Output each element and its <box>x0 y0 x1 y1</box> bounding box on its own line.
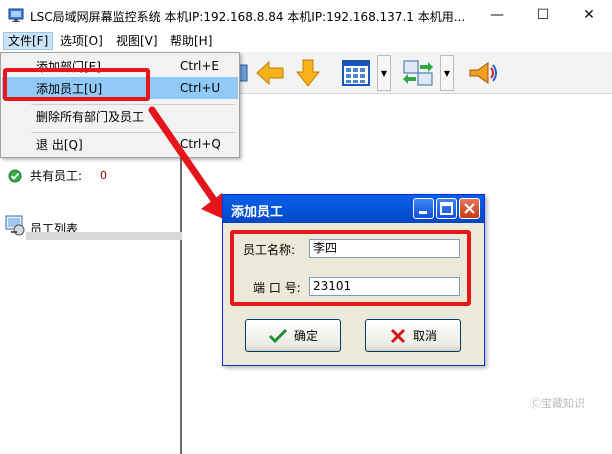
highlight-box-menu <box>3 68 150 101</box>
down-arrow-icon[interactable] <box>290 55 326 91</box>
maximize-button[interactable]: ☐ <box>520 0 566 30</box>
menu-file[interactable]: 文件[F] <box>3 32 54 50</box>
ok-button[interactable]: 确定 <box>245 319 341 352</box>
dialog-close-button[interactable] <box>459 198 480 219</box>
window-title: LSC局域网屏幕监控系统 本机IP:192.168.8.84 本机IP:192.… <box>30 10 466 24</box>
grid-view-dropdown[interactable]: ▼ <box>377 55 391 91</box>
add-employee-dialog: 添加员工 员工名称: 李四 端 口 号: 23101 确定 取消 <box>222 194 485 366</box>
menu-view[interactable]: 视图[V] <box>112 32 162 50</box>
employee-list-selection <box>26 232 182 240</box>
title-bar: LSC局域网屏幕监控系统 本机IP:192.168.8.84 本机IP:192.… <box>0 0 612 30</box>
employee-count-label: 共有员工: <box>30 169 83 183</box>
transfer-dropdown[interactable]: ▼ <box>440 55 454 91</box>
menu-bar: 文件[F] 选项[O] 视图[V] 帮助[H] <box>0 30 612 52</box>
dialog-title: 添加员工 <box>231 205 284 220</box>
green-check-icon <box>8 169 22 182</box>
back-arrow-icon[interactable] <box>252 55 288 91</box>
menu-options[interactable]: 选项[O] <box>56 32 107 50</box>
dialog-maximize-button[interactable] <box>436 198 457 219</box>
broadcast-icon[interactable] <box>462 55 502 91</box>
menu-help[interactable]: 帮助[H] <box>166 32 216 50</box>
dialog-body: 员工名称: 李四 端 口 号: 23101 确定 取消 <box>225 223 482 365</box>
menu-delete-all[interactable]: 删除所有部门及员工 <box>2 105 238 127</box>
dialog-title-bar: 添加员工 <box>223 195 484 223</box>
cross-icon <box>390 328 406 343</box>
watermark: Ⓒ宝藏知识 <box>530 397 585 410</box>
cancel-button[interactable]: 取消 <box>365 319 461 352</box>
transfer-icon[interactable] <box>398 55 438 91</box>
checkmark-icon <box>268 328 288 343</box>
employee-count-value: 0 <box>100 169 108 182</box>
minimize-button[interactable]: — <box>474 0 520 30</box>
close-button[interactable]: ✕ <box>566 0 612 30</box>
menu-exit[interactable]: 退 出[Q] Ctrl+Q <box>2 133 238 155</box>
monitor-app-icon <box>8 8 24 22</box>
highlight-box-fields <box>230 230 471 306</box>
employee-count-row: 共有员工: 0 <box>8 167 107 184</box>
employee-list-icon <box>5 215 25 236</box>
grid-view-icon[interactable] <box>336 55 376 91</box>
dialog-minimize-button[interactable] <box>413 198 434 219</box>
